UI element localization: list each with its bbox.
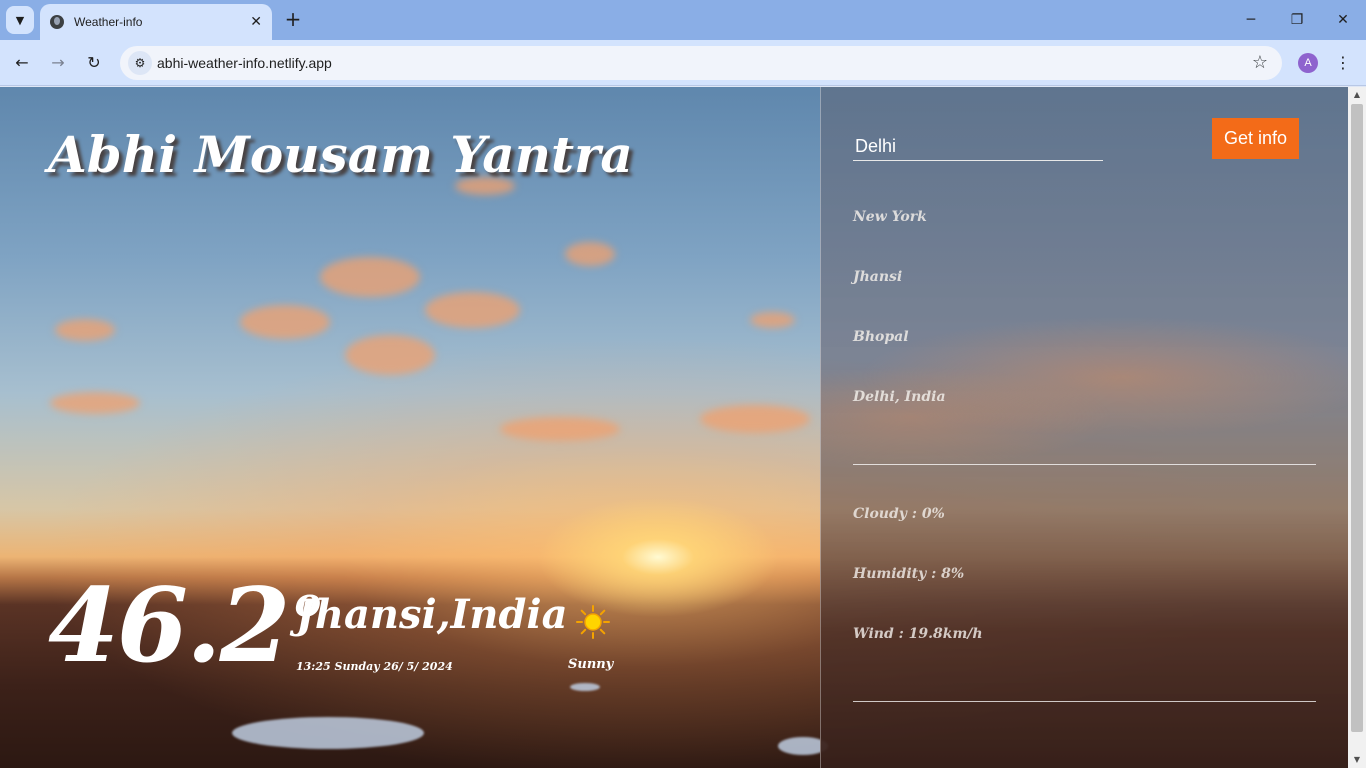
humidity-detail: Humidity : 8%	[853, 566, 965, 582]
close-icon[interactable]: ✕	[250, 14, 262, 30]
cloud-decoration	[240, 305, 330, 339]
bookmark-star-icon[interactable]: ☆	[1252, 52, 1268, 73]
weather-condition: Sunny	[568, 657, 614, 672]
wind-detail: Wind : 19.8km/h	[853, 626, 983, 642]
cloud-decoration	[700, 405, 810, 433]
lake-decoration	[570, 683, 600, 691]
forward-button[interactable]: →	[47, 52, 69, 74]
location-name: Jhansi,India	[296, 591, 568, 638]
cloud-decoration	[750, 312, 795, 328]
location-item-bhopal[interactable]: Bhopal	[853, 329, 909, 345]
tab-search-button[interactable]: ▼	[6, 6, 34, 34]
cloud-decoration	[55, 319, 115, 341]
cloud-decoration	[425, 292, 520, 328]
minimize-button[interactable]: ─	[1241, 10, 1261, 30]
window-close-button[interactable]: ✕	[1333, 10, 1353, 30]
browser-menu-icon[interactable]: ⋮	[1335, 51, 1351, 75]
search-panel: Get info New York Jhansi Bhopal Delhi, I…	[820, 87, 1348, 768]
tab-strip: ▼ Weather-info ✕ + ─ ❐ ✕	[0, 0, 1366, 40]
location-item-delhi[interactable]: Delhi, India	[853, 389, 946, 405]
divider	[853, 701, 1316, 702]
tab-title: Weather-info	[74, 15, 143, 29]
chevron-down-icon: ▼	[15, 13, 25, 27]
cloud-decoration	[565, 242, 615, 266]
app-title: Abhi Mousam Yantra	[48, 125, 633, 184]
location-item-jhansi[interactable]: Jhansi	[853, 269, 902, 285]
city-search-input[interactable]	[853, 133, 1103, 161]
cloud-decoration	[345, 335, 435, 375]
lake-decoration	[232, 717, 424, 749]
cloud-decoration	[500, 417, 620, 441]
divider	[853, 464, 1316, 465]
url-text[interactable]: abhi-weather-info.netlify.app	[157, 55, 332, 71]
page-viewport: Abhi Mousam Yantra 46.2 o Jhansi,India 13…	[0, 87, 1366, 768]
browser-toolbar: ← → ↻ ⚙ abhi-weather-info.netlify.app ☆	[0, 40, 1366, 86]
profile-avatar[interactable]: A	[1298, 53, 1318, 73]
page-scrollbar[interactable]: ▲ ▼	[1348, 87, 1366, 768]
address-bar[interactable]: ⚙ abhi-weather-info.netlify.app ☆	[120, 46, 1282, 80]
scroll-down-arrow-icon[interactable]: ▼	[1348, 752, 1366, 768]
sun-icon	[576, 605, 610, 639]
location-item-new-york[interactable]: New York	[853, 209, 927, 225]
scroll-up-arrow-icon[interactable]: ▲	[1348, 87, 1366, 103]
restore-button[interactable]: ❐	[1287, 10, 1307, 30]
temperature-display: 46.2 o	[48, 575, 321, 677]
date-time: 13:25 Sunday 26/ 5/ 2024	[296, 660, 453, 673]
scrollbar-thumb[interactable]	[1351, 104, 1363, 732]
cloud-decoration	[320, 257, 420, 297]
back-button[interactable]: ←	[11, 52, 33, 74]
temperature-value: 46.2	[48, 566, 290, 686]
new-tab-button[interactable]: +	[282, 8, 304, 30]
get-info-button[interactable]: Get info	[1212, 118, 1299, 159]
browser-tab[interactable]: Weather-info ✕	[40, 4, 272, 40]
cloud-decoration	[50, 392, 140, 414]
reload-button[interactable]: ↻	[83, 52, 105, 74]
cloudy-detail: Cloudy : 0%	[853, 506, 945, 522]
globe-icon	[50, 15, 64, 29]
site-info-icon[interactable]: ⚙	[128, 51, 152, 75]
